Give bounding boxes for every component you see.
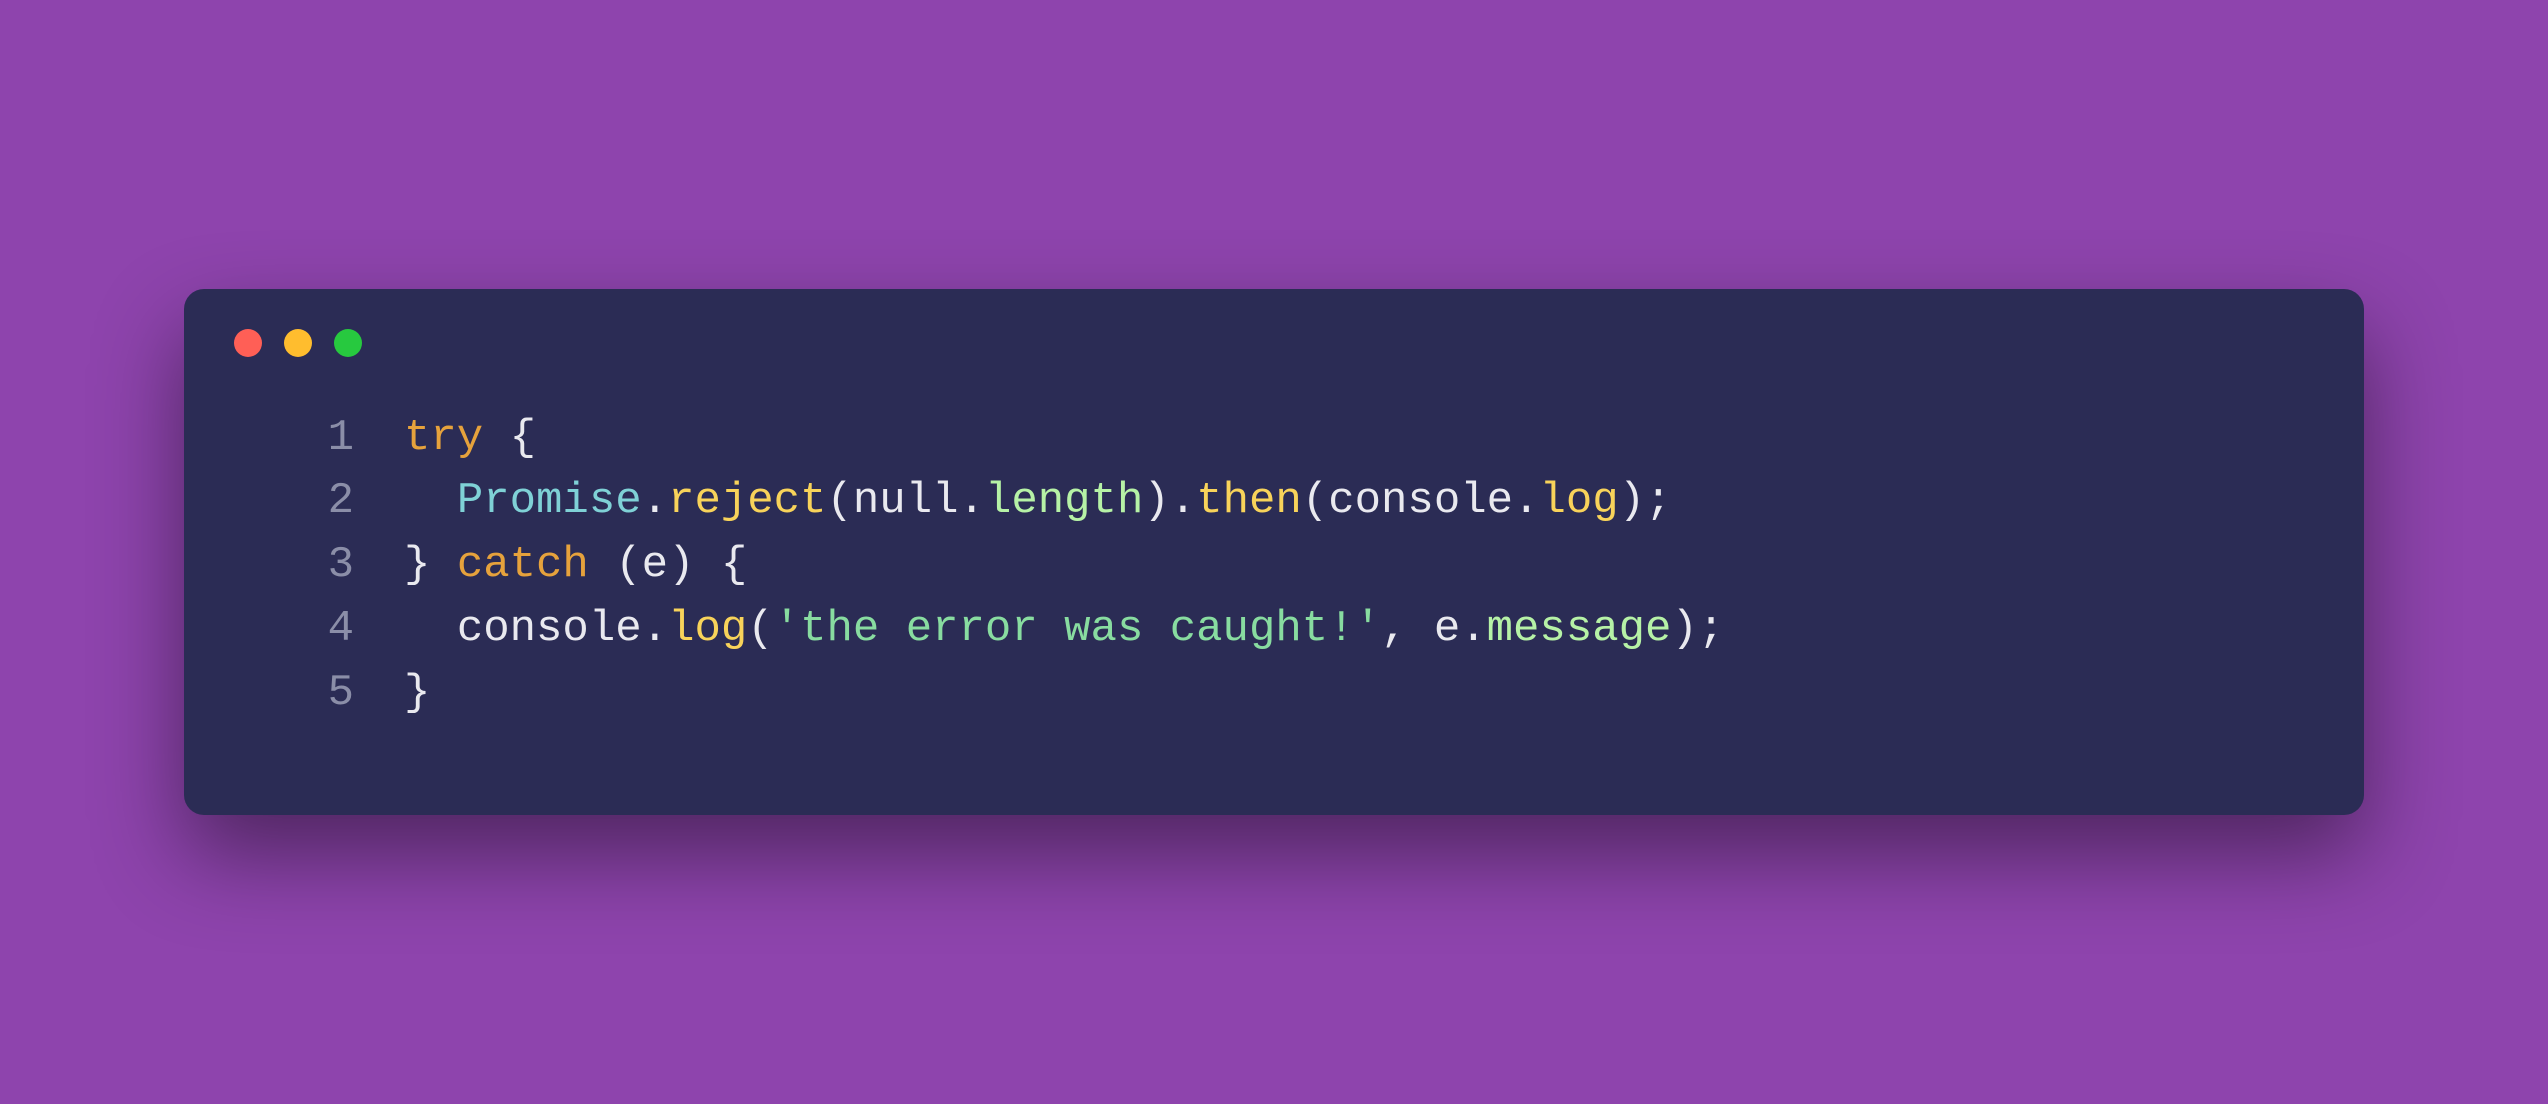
code-token: e — [1434, 604, 1460, 654]
code-token: } — [404, 668, 430, 718]
code-line-content: console.log('the error was caught!', e.m… — [404, 598, 2304, 662]
code-token: log — [1539, 476, 1618, 526]
code-token: ( — [747, 604, 773, 654]
line-number: 4 — [244, 598, 404, 662]
code-token: length — [985, 476, 1143, 526]
code-token: , — [1381, 604, 1434, 654]
code-token: catch — [457, 540, 589, 590]
code-token: . — [642, 604, 668, 654]
code-token: ( — [1302, 476, 1328, 526]
code-token: message — [1487, 604, 1672, 654]
code-token: log — [668, 604, 747, 654]
code-line: 3} catch (e) { — [244, 534, 2304, 598]
line-number: 2 — [244, 470, 404, 534]
code-line-content: try { — [404, 407, 2304, 471]
code-line: 1try { — [244, 407, 2304, 471]
code-token: . — [642, 476, 668, 526]
window-titlebar — [184, 289, 2364, 387]
line-number: 1 — [244, 407, 404, 471]
code-token: 'the error was caught!' — [774, 604, 1381, 654]
code-line-content: Promise.reject(null.length).then(console… — [404, 470, 2304, 534]
code-token: null — [853, 476, 959, 526]
stage: 1try {2 Promise.reject(null.length).then… — [0, 0, 2548, 1104]
code-token: ( — [589, 540, 642, 590]
code-token: Promise — [457, 476, 642, 526]
code-line-content: } — [404, 662, 2304, 726]
code-token — [404, 604, 457, 654]
code-token: then — [1196, 476, 1302, 526]
zoom-icon[interactable] — [334, 329, 362, 357]
code-line: 4 console.log('the error was caught!', e… — [244, 598, 2304, 662]
minimize-icon[interactable] — [284, 329, 312, 357]
code-line: 2 Promise.reject(null.length).then(conso… — [244, 470, 2304, 534]
code-token: } — [404, 540, 457, 590]
line-number: 5 — [244, 662, 404, 726]
code-token: ( — [827, 476, 853, 526]
code-token: ) { — [668, 540, 747, 590]
code-token: try — [404, 413, 483, 463]
code-window: 1try {2 Promise.reject(null.length).then… — [184, 289, 2364, 816]
code-token: ); — [1619, 476, 1672, 526]
code-token: console — [457, 604, 642, 654]
code-token: . — [1513, 476, 1539, 526]
code-token: ). — [1143, 476, 1196, 526]
line-number: 3 — [244, 534, 404, 598]
code-token: console — [1328, 476, 1513, 526]
code-token: . — [959, 476, 985, 526]
close-icon[interactable] — [234, 329, 262, 357]
code-line: 5} — [244, 662, 2304, 726]
code-token — [404, 476, 457, 526]
code-token: { — [483, 413, 536, 463]
code-token: ); — [1671, 604, 1724, 654]
code-block: 1try {2 Promise.reject(null.length).then… — [184, 387, 2364, 726]
code-token: reject — [668, 476, 826, 526]
code-token: e — [642, 540, 668, 590]
code-line-content: } catch (e) { — [404, 534, 2304, 598]
code-token: . — [1460, 604, 1486, 654]
